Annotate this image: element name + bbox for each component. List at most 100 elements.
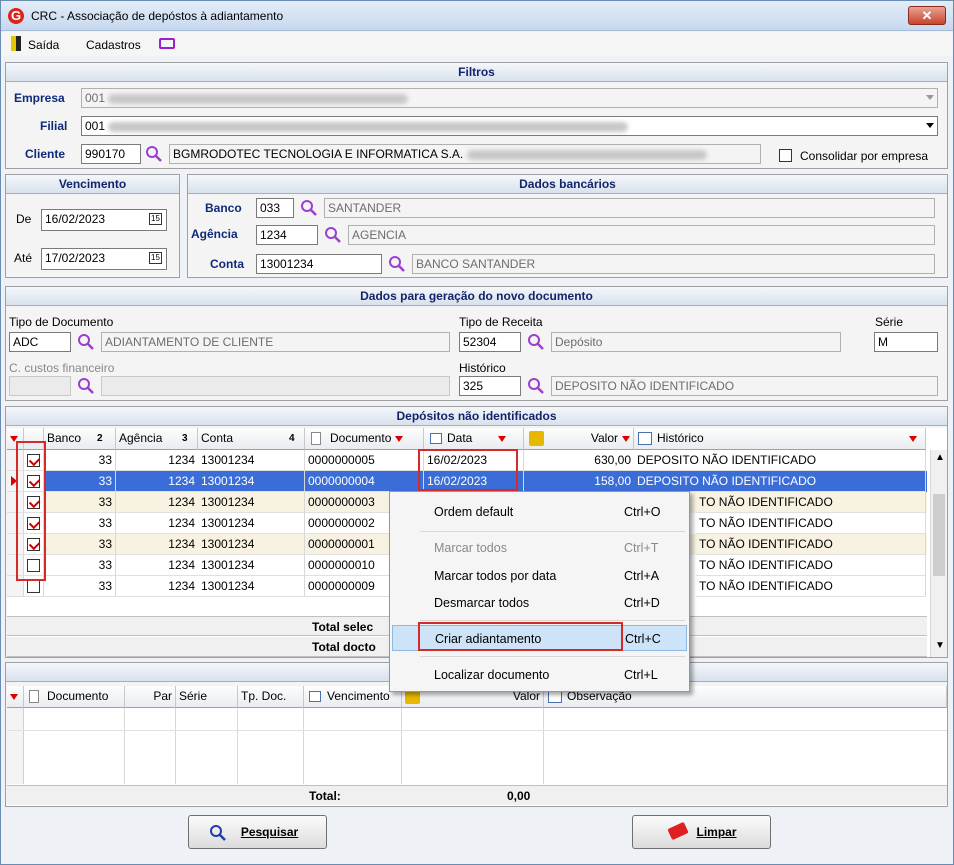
col-documento-label: Documento bbox=[47, 689, 109, 703]
close-button[interactable]: ✕ bbox=[908, 6, 946, 25]
grid-line bbox=[7, 730, 947, 731]
row-checkbox[interactable] bbox=[27, 580, 40, 593]
col-tpdoc[interactable]: Tp. Doc. bbox=[238, 686, 304, 708]
menu-item-desmarcar-todos[interactable]: Desmarcar todos Ctrl+D bbox=[392, 590, 687, 616]
bank-code-input[interactable]: 033 bbox=[256, 198, 294, 218]
lower-total-label: Total: bbox=[309, 789, 341, 803]
monitor-icon[interactable] bbox=[159, 38, 175, 49]
row-checkbox[interactable] bbox=[27, 496, 40, 509]
search-icon[interactable] bbox=[527, 333, 545, 351]
col-historico[interactable]: Histórico bbox=[634, 428, 926, 450]
scroll-up-icon[interactable]: ▲ bbox=[935, 452, 945, 463]
menu-item-marcar-todos[interactable]: Marcar todos Ctrl+T bbox=[392, 535, 687, 561]
search-icon[interactable] bbox=[527, 377, 545, 395]
col-vencimento[interactable]: Vencimento bbox=[304, 686, 402, 708]
filters-header: Filtros bbox=[6, 63, 947, 82]
row-checkbox[interactable] bbox=[27, 454, 40, 467]
consolidate-checkbox[interactable] bbox=[779, 149, 792, 162]
row-check-cell[interactable] bbox=[24, 576, 44, 597]
search-icon[interactable] bbox=[77, 377, 95, 395]
account-code-input[interactable]: 13001234 bbox=[256, 254, 382, 274]
search-icon[interactable] bbox=[324, 226, 342, 244]
calendar-icon[interactable]: 15 bbox=[149, 213, 162, 225]
table-row[interactable]: 33 1234 13001234 0000000005 16/02/2023 6… bbox=[7, 450, 927, 471]
col-check[interactable] bbox=[24, 428, 44, 450]
col-documento[interactable]: Documento bbox=[305, 428, 424, 450]
filter-icon bbox=[498, 435, 507, 442]
menu-item-ordem-default[interactable]: Ordem default Ctrl+O bbox=[392, 499, 687, 525]
cell-historico: TO NÃO IDENTIFICADO bbox=[696, 555, 926, 576]
row-check-cell[interactable] bbox=[24, 555, 44, 576]
branch-label: Filial bbox=[40, 119, 68, 133]
col-data[interactable]: Data bbox=[424, 428, 524, 450]
revtype-label: Tipo de Receita bbox=[459, 315, 543, 329]
due-from-label: De bbox=[16, 212, 32, 226]
row-checkbox[interactable] bbox=[27, 559, 40, 572]
company-select[interactable]: 001 bbox=[81, 88, 938, 108]
client-code-input[interactable]: 990170 bbox=[81, 144, 141, 164]
col-valor[interactable]: Valor bbox=[524, 428, 634, 450]
col-serie[interactable]: Série bbox=[176, 686, 238, 708]
search-icon[interactable] bbox=[145, 145, 163, 163]
search-icon[interactable] bbox=[388, 255, 406, 273]
col-banco[interactable]: Banco 2 bbox=[44, 428, 116, 450]
col-conta[interactable]: Conta 4 bbox=[198, 428, 305, 450]
menu-item-marcar-todos-por-data[interactable]: Marcar todos por data Ctrl+A bbox=[392, 563, 687, 589]
row-checkbox[interactable] bbox=[27, 538, 40, 551]
col-par[interactable]: Par bbox=[125, 686, 176, 708]
scroll-down-icon[interactable]: ▼ bbox=[935, 640, 945, 651]
due-to-label: Até bbox=[14, 251, 33, 265]
empty-rows bbox=[7, 708, 947, 784]
row-check-cell[interactable] bbox=[24, 450, 44, 471]
row-check-cell[interactable] bbox=[24, 534, 44, 555]
agency-code-input[interactable]: 1234 bbox=[256, 225, 318, 245]
account-label: Conta bbox=[210, 257, 244, 271]
app-logo-icon: G bbox=[8, 8, 24, 24]
row-indicator bbox=[7, 513, 24, 534]
search-icon[interactable] bbox=[77, 333, 95, 351]
clear-button[interactable]: Limpar bbox=[632, 815, 771, 849]
due-from-value: 16/02/2023 bbox=[45, 212, 106, 226]
company-label: Empresa bbox=[14, 91, 65, 105]
calendar-icon[interactable]: 15 bbox=[149, 252, 162, 264]
search-button[interactable]: Pesquisar bbox=[188, 815, 327, 849]
doctype-code-input[interactable]: ADC bbox=[9, 332, 71, 352]
history-code-input[interactable]: 325 bbox=[459, 376, 521, 396]
search-icon[interactable] bbox=[300, 199, 318, 217]
menu-item-shortcut: Ctrl+T bbox=[624, 541, 659, 555]
menu-item-criar-adiantamento[interactable]: Criar adiantamento Ctrl+C bbox=[392, 625, 687, 651]
cell-historico: TO NÃO IDENTIFICADO bbox=[696, 534, 926, 555]
row-indicator bbox=[7, 576, 24, 597]
due-header: Vencimento bbox=[6, 175, 179, 194]
row-check-cell[interactable] bbox=[24, 471, 44, 492]
scrollbar-thumb[interactable] bbox=[933, 494, 945, 576]
row-check-cell[interactable] bbox=[24, 513, 44, 534]
series-input[interactable]: M bbox=[874, 332, 938, 352]
table-row-selected[interactable]: 33 1234 13001234 0000000004 16/02/2023 1… bbox=[7, 471, 927, 492]
col-documento-label: Documento bbox=[330, 431, 392, 445]
due-to-date[interactable]: 17/02/2023 15 bbox=[41, 248, 167, 270]
search-button-label: Pesquisar bbox=[240, 825, 299, 839]
menu-exit[interactable]: Saída bbox=[28, 38, 59, 52]
row-indicator bbox=[7, 555, 24, 576]
row-check-cell[interactable] bbox=[24, 492, 44, 513]
col-filter[interactable] bbox=[7, 686, 24, 708]
menu-item-localizar-documento[interactable]: Localizar documento Ctrl+L bbox=[392, 662, 687, 688]
revtype-code-input[interactable]: 52304 bbox=[459, 332, 521, 352]
window-title: CRC - Associação de depóstos à adiantame… bbox=[31, 9, 284, 23]
cell-conta: 13001234 bbox=[198, 471, 305, 492]
menu-registers[interactable]: Cadastros bbox=[86, 38, 141, 52]
account-name-field: BANCO SANTANDER bbox=[412, 254, 935, 274]
branch-select[interactable]: 001 bbox=[81, 116, 938, 136]
filter-icon bbox=[622, 435, 630, 442]
vertical-scrollbar[interactable]: ▲ ▼ bbox=[930, 450, 947, 657]
col-documento[interactable]: Documento bbox=[24, 686, 125, 708]
empty-cell bbox=[24, 708, 125, 784]
col-agencia[interactable]: Agência 3 bbox=[116, 428, 198, 450]
col-filter[interactable] bbox=[7, 428, 24, 450]
costcenter-name-field bbox=[101, 376, 450, 396]
row-indicator bbox=[7, 471, 24, 492]
row-checkbox[interactable] bbox=[27, 517, 40, 530]
due-from-date[interactable]: 16/02/2023 15 bbox=[41, 209, 167, 231]
row-checkbox[interactable] bbox=[27, 475, 40, 488]
